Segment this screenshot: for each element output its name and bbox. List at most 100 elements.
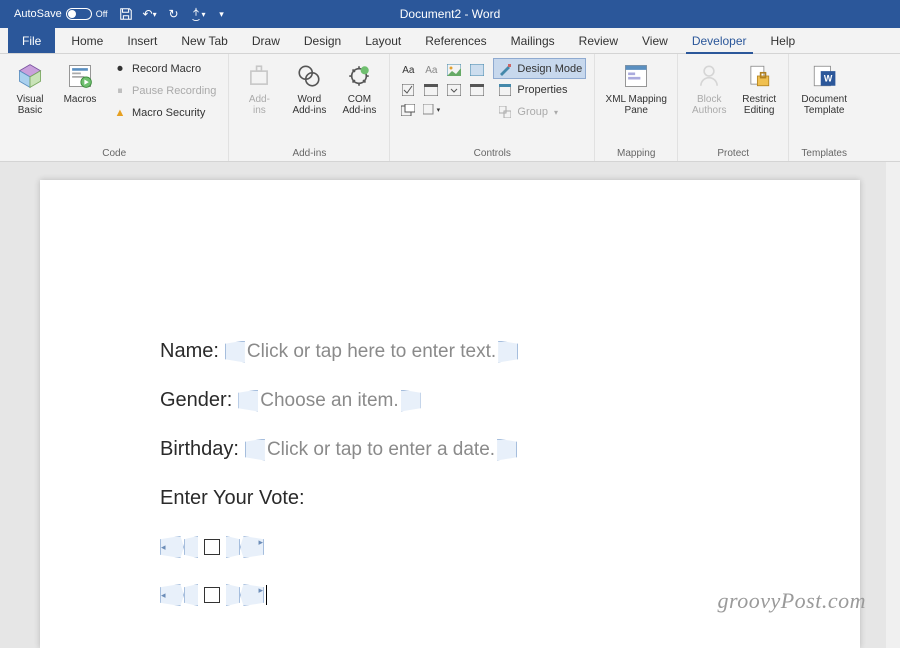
cc-handle-left-icon[interactable]	[225, 341, 245, 363]
xml-mapping-icon	[620, 60, 652, 92]
cc-handle-left-icon[interactable]: ◂	[160, 584, 184, 606]
plaintext-control-icon[interactable]: Aa	[421, 60, 441, 80]
cc-inner-right-icon[interactable]	[226, 536, 240, 558]
touch-mode-icon[interactable]: ▾	[188, 4, 208, 24]
richtext-control-icon[interactable]: Aa	[398, 60, 418, 80]
date-control-icon[interactable]	[467, 80, 487, 100]
tab-mailings[interactable]: Mailings	[499, 28, 567, 53]
birthday-label: Birthday:	[160, 438, 239, 461]
macros-button[interactable]: Macros	[56, 56, 104, 146]
autosave-toggle[interactable]: AutoSave Off	[10, 8, 112, 20]
checkbox-control-2[interactable]: ◂ ▸	[160, 584, 740, 606]
tab-layout[interactable]: Layout	[353, 28, 413, 53]
cc-handle-left-icon[interactable]	[238, 390, 258, 412]
vertical-scrollbar[interactable]	[886, 162, 900, 648]
redo-icon[interactable]: ↻	[164, 4, 184, 24]
document-template-button[interactable]: W Document Template	[795, 56, 853, 146]
tab-new-tab[interactable]: New Tab	[169, 28, 239, 53]
group-protect: Block Authors Restrict Editing Protect	[678, 54, 789, 161]
cc-handle-left-icon[interactable]	[245, 439, 265, 461]
birthday-content-control[interactable]: Click or tap to enter a date.	[245, 439, 517, 461]
tab-references[interactable]: References	[413, 28, 498, 53]
autosave-state: Off	[96, 9, 108, 19]
tab-developer[interactable]: Developer	[680, 28, 759, 53]
tab-insert[interactable]: Insert	[115, 28, 169, 53]
tab-help[interactable]: Help	[759, 28, 808, 53]
pause-label: Pause Recording	[132, 85, 216, 97]
cc-handle-right-icon[interactable]: ▸	[240, 536, 264, 558]
visual-basic-button[interactable]: Visual Basic	[6, 56, 54, 146]
name-label: Name:	[160, 340, 219, 363]
group-controls-label: Controls	[396, 146, 588, 161]
tab-design[interactable]: Design	[292, 28, 353, 53]
undo-icon[interactable]: ↶▾	[140, 4, 160, 24]
watermark: groovyPost.com	[717, 588, 866, 614]
word-addins-icon	[293, 60, 325, 92]
gender-placeholder[interactable]: Choose an item.	[258, 390, 400, 412]
repeat-control-icon[interactable]	[398, 100, 418, 120]
record-macro-button[interactable]: ⏺Record Macro	[108, 58, 220, 80]
document-area: Name: Click or tap here to enter text. G…	[0, 162, 900, 648]
com-addins-button[interactable]: COM Add-ins	[335, 56, 383, 146]
com-addins-label: COM Add-ins	[342, 94, 376, 116]
cc-inner-left-icon[interactable]	[184, 584, 198, 606]
dropdown-control-icon[interactable]	[444, 80, 464, 100]
tab-draw[interactable]: Draw	[240, 28, 292, 53]
word-addins-button[interactable]: Word Add-ins	[285, 56, 333, 146]
checkbox-control-1[interactable]: ◂ ▸	[160, 536, 740, 558]
picture-control-icon[interactable]	[444, 60, 464, 80]
cc-inner-right-icon[interactable]	[226, 584, 240, 606]
customize-qat-icon[interactable]: ▾	[212, 4, 232, 24]
checkbox-control-icon[interactable]	[398, 80, 418, 100]
window-title: Document2 - Word	[400, 7, 500, 21]
save-icon[interactable]	[116, 4, 136, 24]
group-icon	[497, 104, 513, 120]
page[interactable]: Name: Click or tap here to enter text. G…	[40, 180, 860, 648]
properties-button[interactable]: Properties	[493, 79, 586, 101]
gender-content-control[interactable]: Choose an item.	[238, 390, 420, 412]
word-addins-label: Word Add-ins	[292, 94, 326, 116]
block-authors-button: Block Authors	[684, 56, 734, 146]
restrict-editing-button[interactable]: Restrict Editing	[736, 56, 782, 146]
tab-file[interactable]: File	[8, 28, 55, 53]
checkbox-icon[interactable]	[204, 587, 220, 603]
cc-handle-right-icon[interactable]	[498, 341, 518, 363]
xml-mapping-button[interactable]: XML Mapping Pane	[601, 56, 671, 146]
tab-home[interactable]: Home	[59, 28, 115, 53]
record-label: Record Macro	[132, 63, 201, 75]
document-template-icon: W	[808, 60, 840, 92]
macros-icon	[64, 60, 96, 92]
design-mode-button[interactable]: Design Mode	[493, 58, 586, 79]
macro-security-button[interactable]: ▲Macro Security	[108, 102, 220, 124]
ribbon-tabs: File Home Insert New Tab Draw Design Lay…	[0, 28, 900, 54]
cc-handle-left-icon[interactable]: ◂	[160, 536, 184, 558]
name-placeholder[interactable]: Click or tap here to enter text.	[245, 341, 498, 363]
ribbon: Visual Basic Macros ⏺Record Macro ⏸ Pause…	[0, 54, 900, 162]
legacy-controls-icon[interactable]: ▾	[421, 100, 441, 120]
restrict-editing-icon	[743, 60, 775, 92]
macros-label: Macros	[64, 94, 97, 105]
cc-handle-right-icon[interactable]	[401, 390, 421, 412]
cc-handle-right-icon[interactable]: ▸	[240, 584, 264, 606]
birthday-placeholder[interactable]: Click or tap to enter a date.	[265, 439, 497, 461]
name-content-control[interactable]: Click or tap here to enter text.	[225, 341, 518, 363]
combobox-control-icon[interactable]	[421, 80, 441, 100]
vote-label: Enter Your Vote:	[160, 487, 305, 510]
group-templates: W Document Template Templates	[789, 54, 859, 161]
tab-view[interactable]: View	[630, 28, 680, 53]
design-mode-icon	[497, 61, 513, 77]
group-code: Visual Basic Macros ⏺Record Macro ⏸ Pause…	[0, 54, 229, 161]
group-mapping: XML Mapping Pane Mapping	[595, 54, 678, 161]
tab-review[interactable]: Review	[567, 28, 630, 53]
cc-handle-right-icon[interactable]	[497, 439, 517, 461]
checkbox-icon[interactable]	[204, 539, 220, 555]
title-bar: AutoSave Off ↶▾ ↻ ▾ ▾ Document2 - Word	[0, 0, 900, 28]
group-control-label: Group	[517, 106, 548, 118]
cc-inner-left-icon[interactable]	[184, 536, 198, 558]
group-templates-label: Templates	[795, 146, 853, 161]
design-mode-label: Design Mode	[517, 63, 582, 75]
buildingblock-control-icon[interactable]	[467, 60, 487, 80]
group-controls: Aa Aa ▾ Design Mode Properti	[390, 54, 595, 161]
properties-icon	[497, 82, 513, 98]
pause-icon: ⏸	[112, 83, 128, 99]
